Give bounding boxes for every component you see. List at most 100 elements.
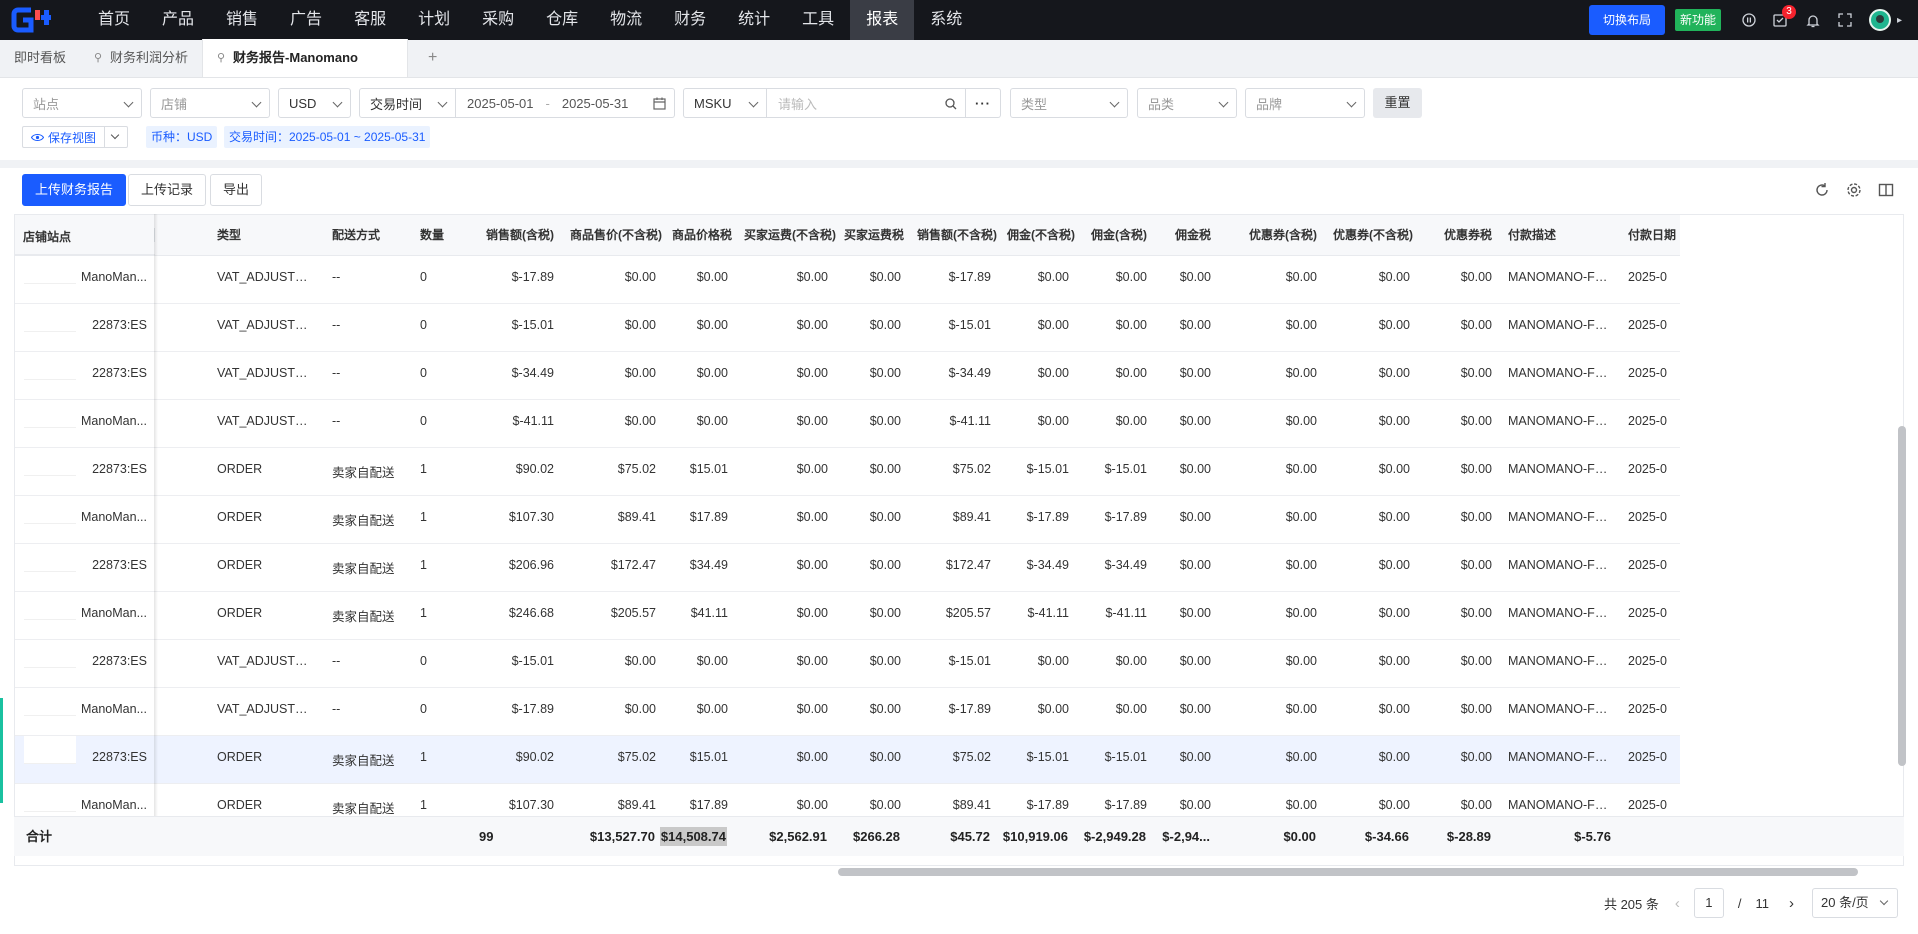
task-icon[interactable]: 3 xyxy=(1765,0,1797,40)
column-header-18[interactable]: 付款日期 xyxy=(1620,215,1680,256)
table-row[interactable]: 22873:ES ORDER 卖家自配送 1 $90.02 $75.02 $15.01 $0.… xyxy=(15,447,1680,496)
currency-select[interactable]: USD xyxy=(278,88,351,118)
table-cell: $75.02 xyxy=(562,735,664,784)
add-tab-button[interactable]: + xyxy=(408,39,457,77)
type-select[interactable]: 类型 xyxy=(1010,88,1128,118)
nav-item-4[interactable]: 客服 xyxy=(338,0,402,40)
table-row[interactable]: 22873:ES VAT_ADJUSTMENT -- 0 $-15.01 $0.00 $0.… xyxy=(15,639,1680,688)
settings-gear-icon[interactable] xyxy=(1846,182,1862,198)
app-logo[interactable] xyxy=(0,0,64,40)
vertical-scrollbar[interactable] xyxy=(1898,426,1906,766)
table-row[interactable]: 22873:ES ORDER 卖家自配送 1 $90.02 $75.02 $15.01 $0.… xyxy=(15,735,1680,784)
table-cell: ORDER xyxy=(209,591,324,640)
table-cell: -- xyxy=(324,255,412,304)
table-row[interactable]: 22873:ES ORDER 卖家自配送 1 $206.96 $172.47 $34.49 $… xyxy=(15,543,1680,592)
nav-item-2[interactable]: 销售 xyxy=(210,0,274,40)
nav-item-6[interactable]: 采购 xyxy=(466,0,530,40)
nav-item-11[interactable]: 工具 xyxy=(786,0,850,40)
column-header-16[interactable]: 优惠券税 xyxy=(1418,215,1500,256)
pin-icon[interactable]: ⚲ xyxy=(217,53,227,64)
column-header-14[interactable]: 优惠券(含税) xyxy=(1219,215,1325,256)
table-cell-blank xyxy=(155,255,209,304)
shop-select[interactable]: 店铺 xyxy=(150,88,270,118)
table-row[interactable]: ManoMan... VAT_ADJUSTMENT -- 0 $-41.11 $0.00 $… xyxy=(15,399,1680,448)
nav-item-7[interactable]: 仓库 xyxy=(530,0,594,40)
column-header-15[interactable]: 优惠券(不含税) xyxy=(1325,215,1418,256)
column-header-7[interactable]: 商品价格税 xyxy=(664,215,736,256)
chevron-down-icon xyxy=(123,97,134,108)
table-row[interactable]: 22873:ES VAT_ADJUSTMENT -- 0 $-34.49 $0.00 $0.… xyxy=(15,351,1680,400)
fullscreen-icon[interactable] xyxy=(1829,0,1861,40)
time-type-select[interactable]: 交易时间 xyxy=(359,88,456,118)
refresh-icon[interactable] xyxy=(1814,182,1830,198)
switch-layout-button[interactable]: 切换布局 xyxy=(1588,5,1665,35)
table-row[interactable]: ManoMan... ORDER 卖家自配送 1 $107.30 $89.41 $17.89… xyxy=(15,495,1680,544)
upload-report-button[interactable]: 上传财务报告 xyxy=(22,174,127,206)
table-cell: $-41.11 xyxy=(1077,591,1155,640)
column-header-6[interactable]: 商品售价(不含税) xyxy=(562,215,664,256)
column-header-5[interactable]: 销售额(含税) xyxy=(472,215,562,256)
category-select[interactable]: 品类 xyxy=(1137,88,1237,118)
search-icon[interactable] xyxy=(945,98,957,110)
column-header-11[interactable]: 佣金(不含税) xyxy=(999,215,1077,256)
nav-item-12[interactable]: 报表 xyxy=(850,0,915,40)
column-header-2[interactable]: 类型 xyxy=(209,215,324,256)
pin-icon[interactable]: ⚲ xyxy=(94,53,104,64)
more-options-button[interactable]: ··· xyxy=(966,88,1001,118)
nav-item-3[interactable]: 广告 xyxy=(274,0,338,40)
table-cell-blank xyxy=(155,399,209,448)
sku-type-select[interactable]: MSKU xyxy=(683,88,767,118)
table-cell: 1 xyxy=(412,735,472,784)
columns-icon[interactable] xyxy=(1878,182,1894,198)
tab-0[interactable]: 即时看板 xyxy=(0,39,80,77)
new-feature-badge[interactable]: 新功能 xyxy=(1674,9,1721,31)
table-cell: $15.01 xyxy=(664,447,736,496)
column-header-8[interactable]: 买家运费(不含税) xyxy=(736,215,836,256)
tab-1[interactable]: ⚲ 财务利润分析 xyxy=(80,39,202,77)
reset-button[interactable]: 重置 xyxy=(1373,88,1422,118)
search-input[interactable]: 请输入 xyxy=(766,88,966,118)
caret-down-icon[interactable]: ▸ xyxy=(1897,15,1902,26)
currency-filter-tag[interactable]: 币种：USD xyxy=(146,126,218,148)
table-row[interactable]: ManoMan... ORDER 卖家自配送 1 $246.68 $205.57 $41.1… xyxy=(15,591,1680,640)
next-page-button[interactable]: › xyxy=(1789,895,1794,912)
column-header-3[interactable]: 配送方式 xyxy=(324,215,412,256)
brand-select[interactable]: 品牌 xyxy=(1245,88,1365,118)
nav-item-8[interactable]: 物流 xyxy=(594,0,658,40)
time-filter-tag[interactable]: 交易时间：2025-05-01 ~ 2025-05-31 xyxy=(224,126,431,148)
prev-page-button[interactable]: ‹ xyxy=(1675,895,1680,912)
user-avatar[interactable] xyxy=(1868,9,1891,31)
page-size-select[interactable]: 20 条/页 xyxy=(1812,888,1898,918)
column-header-17[interactable]: 付款描述 xyxy=(1500,215,1620,256)
nav-item-13[interactable]: 系统 xyxy=(914,0,978,40)
export-button[interactable]: 导出 xyxy=(210,174,263,206)
nav-item-5[interactable]: 计划 xyxy=(402,0,466,40)
table-row[interactable]: 22873:ES VAT_ADJUSTMENT -- 0 $-15.01 $0.00 $0.… xyxy=(15,303,1680,352)
horizontal-scrollbar[interactable] xyxy=(838,868,1858,876)
save-view-dropdown[interactable] xyxy=(105,127,127,147)
upload-records-button[interactable]: 上传记录 xyxy=(128,174,207,206)
column-header-12[interactable]: 佣金(含税) xyxy=(1077,215,1155,256)
page-number-input[interactable]: 1 xyxy=(1693,888,1724,918)
pause-circle-icon[interactable] xyxy=(1733,0,1765,40)
column-header-1[interactable] xyxy=(155,215,209,256)
nav-item-0[interactable]: 首页 xyxy=(82,0,146,40)
column-header-10[interactable]: 销售额(不含税) xyxy=(909,215,999,256)
table-row[interactable]: ManoMan... VAT_ADJUSTMENT -- 0 $-17.89 $0.00 $… xyxy=(15,687,1680,736)
nav-item-10[interactable]: 统计 xyxy=(722,0,786,40)
tab-2[interactable]: ⚲ 财务报告-Manomano xyxy=(202,39,409,77)
nav-item-1[interactable]: 产品 xyxy=(146,0,210,40)
date-range-picker[interactable]: 2025-05-01 - 2025-05-31 xyxy=(455,88,675,118)
nav-item-9[interactable]: 财务 xyxy=(658,0,722,40)
column-header-13[interactable]: 佣金税 xyxy=(1155,215,1219,256)
save-view-button[interactable]: 保存视图 xyxy=(23,127,106,147)
column-header-4[interactable]: 数量 xyxy=(412,215,472,256)
frozen-header-label[interactable]: 店铺站点 xyxy=(23,228,71,245)
site-select[interactable]: 站点 xyxy=(22,88,142,118)
table-row[interactable]: ManoMan... VAT_ADJUSTMENT -- 0 $-17.89 $0.00 $… xyxy=(15,255,1680,304)
shop-select-placeholder: 店铺 xyxy=(161,96,188,112)
date-end[interactable]: 2025-05-31 xyxy=(562,96,629,111)
date-start[interactable]: 2025-05-01 xyxy=(467,96,534,111)
column-header-9[interactable]: 买家运费税 xyxy=(836,215,909,256)
bell-icon[interactable] xyxy=(1797,0,1829,40)
